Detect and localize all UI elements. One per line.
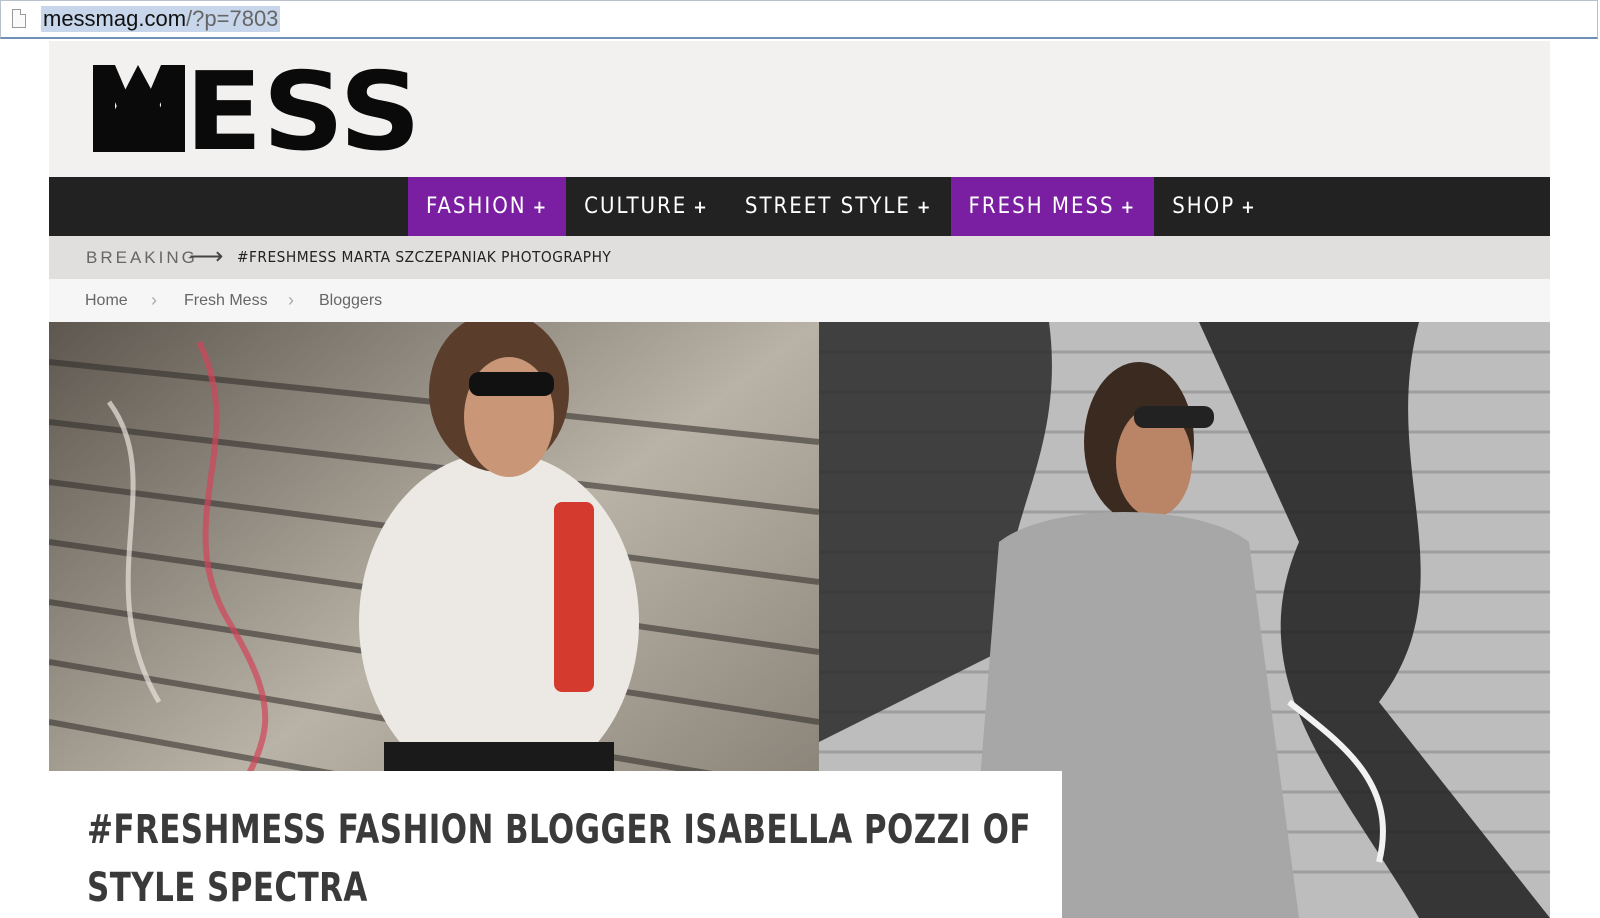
plus-icon: + xyxy=(916,197,933,218)
chevron-right-icon: › xyxy=(288,290,294,310)
breaking-headline-link[interactable]: #FRESHMESS MARTA SZCZEPANIAK PHOTOGRAPHY xyxy=(237,236,611,279)
plus-icon: + xyxy=(532,197,549,218)
plus-icon: + xyxy=(693,197,709,218)
svg-text:ESS: ESS xyxy=(185,57,421,157)
breaking-label: BREAKING xyxy=(86,248,198,267)
plus-icon: + xyxy=(1120,197,1137,218)
plus-icon: + xyxy=(1241,197,1257,218)
nav-label: SHOP xyxy=(1172,194,1236,219)
breadcrumb-bloggers[interactable]: Bloggers xyxy=(319,279,382,322)
article-title-box: #FRESHMESS FASHION BLOGGER ISABELLA POZZ… xyxy=(49,771,1062,918)
main-nav: FASHION + CULTURE + STREET STYLE + FRESH ME… xyxy=(49,177,1550,236)
arrow-right-icon: ⟶ xyxy=(189,243,224,270)
address-bar[interactable]: messmag.com/?p=7803 xyxy=(0,0,1598,39)
nav-item-culture[interactable]: CULTURE + xyxy=(566,177,727,236)
url-host: messmag.com xyxy=(43,6,187,31)
page-icon xyxy=(12,9,26,28)
nav-item-shop[interactable]: SHOP + xyxy=(1154,177,1275,236)
chevron-right-icon: › xyxy=(151,290,157,310)
site: ESS FASHION + CULTURE + STREET STYLE + FRES… xyxy=(49,41,1550,918)
breadcrumb: Home › Fresh Mess › Bloggers xyxy=(49,279,1550,322)
hero-image: #FRESHMESS FASHION BLOGGER ISABELLA POZZ… xyxy=(49,322,1550,918)
nav-item-fresh-mess[interactable]: FRESH MESS + xyxy=(950,177,1155,236)
nav-label: STREET STYLE xyxy=(744,194,911,219)
breadcrumb-fresh-mess[interactable]: Fresh Mess xyxy=(184,279,268,322)
nav-item-street-style[interactable]: STREET STYLE + xyxy=(727,177,951,236)
nav-label: CULTURE xyxy=(584,194,688,219)
article-title: #FRESHMESS FASHION BLOGGER ISABELLA POZZ… xyxy=(87,807,1031,911)
nav-item-fashion[interactable]: FASHION + xyxy=(408,177,567,236)
breaking-news-bar: BREAKING ⟶ #FRESHMESS MARTA SZCZEPANIAK … xyxy=(49,236,1550,279)
url-path: /?p=7803 xyxy=(186,6,279,31)
url-text[interactable]: messmag.com/?p=7803 xyxy=(41,6,281,32)
nav-label: FASHION xyxy=(426,194,527,219)
breadcrumb-home[interactable]: Home xyxy=(85,279,128,322)
site-header: ESS xyxy=(49,41,1550,177)
mess-logo[interactable]: ESS xyxy=(93,57,423,157)
nav-label: FRESH MESS xyxy=(968,194,1115,219)
